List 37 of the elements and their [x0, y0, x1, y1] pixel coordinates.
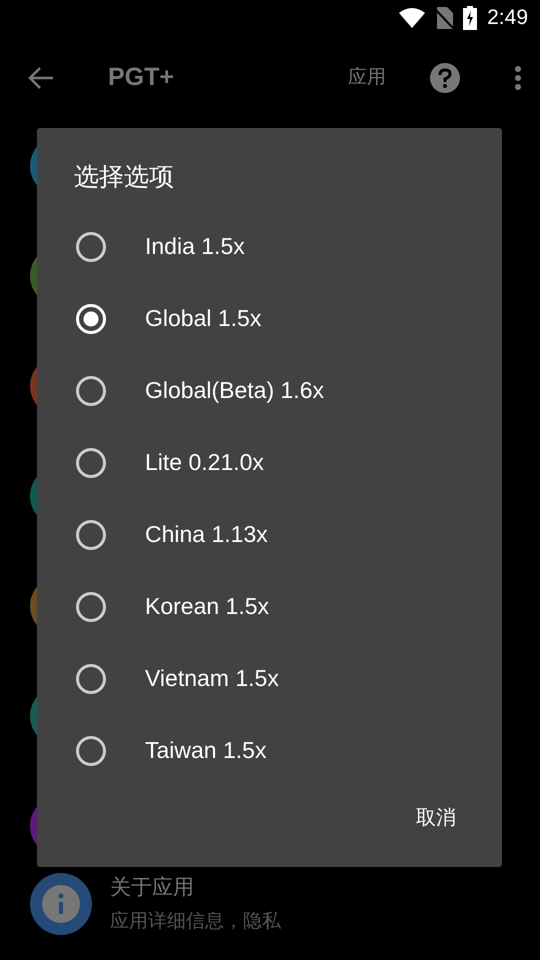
option-label: China 1.13x [145, 520, 268, 550]
radio-button[interactable] [75, 518, 107, 550]
radio-option[interactable]: Vietnam 1.5x [37, 642, 502, 714]
option-label: Lite 0.21.0x [145, 448, 264, 478]
option-label: Taiwan 1.5x [145, 736, 266, 766]
option-label: Global(Beta) 1.6x [145, 376, 324, 406]
radio-option[interactable]: Lite 0.21.0x [37, 426, 502, 498]
radio-button[interactable] [75, 590, 107, 622]
clock: 2:49 [487, 5, 528, 32]
radio-button[interactable] [75, 662, 107, 694]
dialog-title: 选择选项 [74, 162, 174, 193]
radio-option[interactable]: Korean 1.5x [37, 570, 502, 642]
radio-button[interactable] [75, 374, 107, 406]
apply-button[interactable]: 应用 [348, 64, 386, 92]
radio-option[interactable]: Global(Beta) 1.6x [37, 354, 502, 426]
no-sim-icon [435, 7, 454, 29]
info-icon [30, 873, 92, 935]
battery-charging-icon [463, 6, 478, 30]
option-label: Vietnam 1.5x [145, 664, 279, 694]
wifi-icon [399, 8, 426, 28]
radio-button[interactable] [75, 446, 107, 478]
radio-button[interactable] [75, 734, 107, 766]
radio-option[interactable]: China 1.13x [37, 498, 502, 570]
toolbar-title: PGT+ [108, 62, 174, 94]
more-options-icon[interactable] [514, 65, 522, 91]
about-title: 关于应用 [110, 875, 195, 901]
radio-option[interactable]: India 1.5x [37, 210, 502, 282]
help-icon[interactable] [430, 63, 460, 93]
option-label: Global 1.5x [145, 304, 262, 334]
radio-option[interactable]: Global 1.5x [37, 282, 502, 354]
radio-button[interactable] [75, 230, 107, 262]
option-label: India 1.5x [145, 232, 245, 262]
about-subtitle: 应用详细信息，隐私 [110, 910, 281, 934]
back-arrow-icon[interactable] [28, 66, 54, 90]
option-label: Korean 1.5x [145, 592, 270, 622]
radio-option[interactable]: Taiwan 1.5x [37, 714, 502, 786]
cancel-button[interactable]: 取消 [400, 793, 472, 843]
